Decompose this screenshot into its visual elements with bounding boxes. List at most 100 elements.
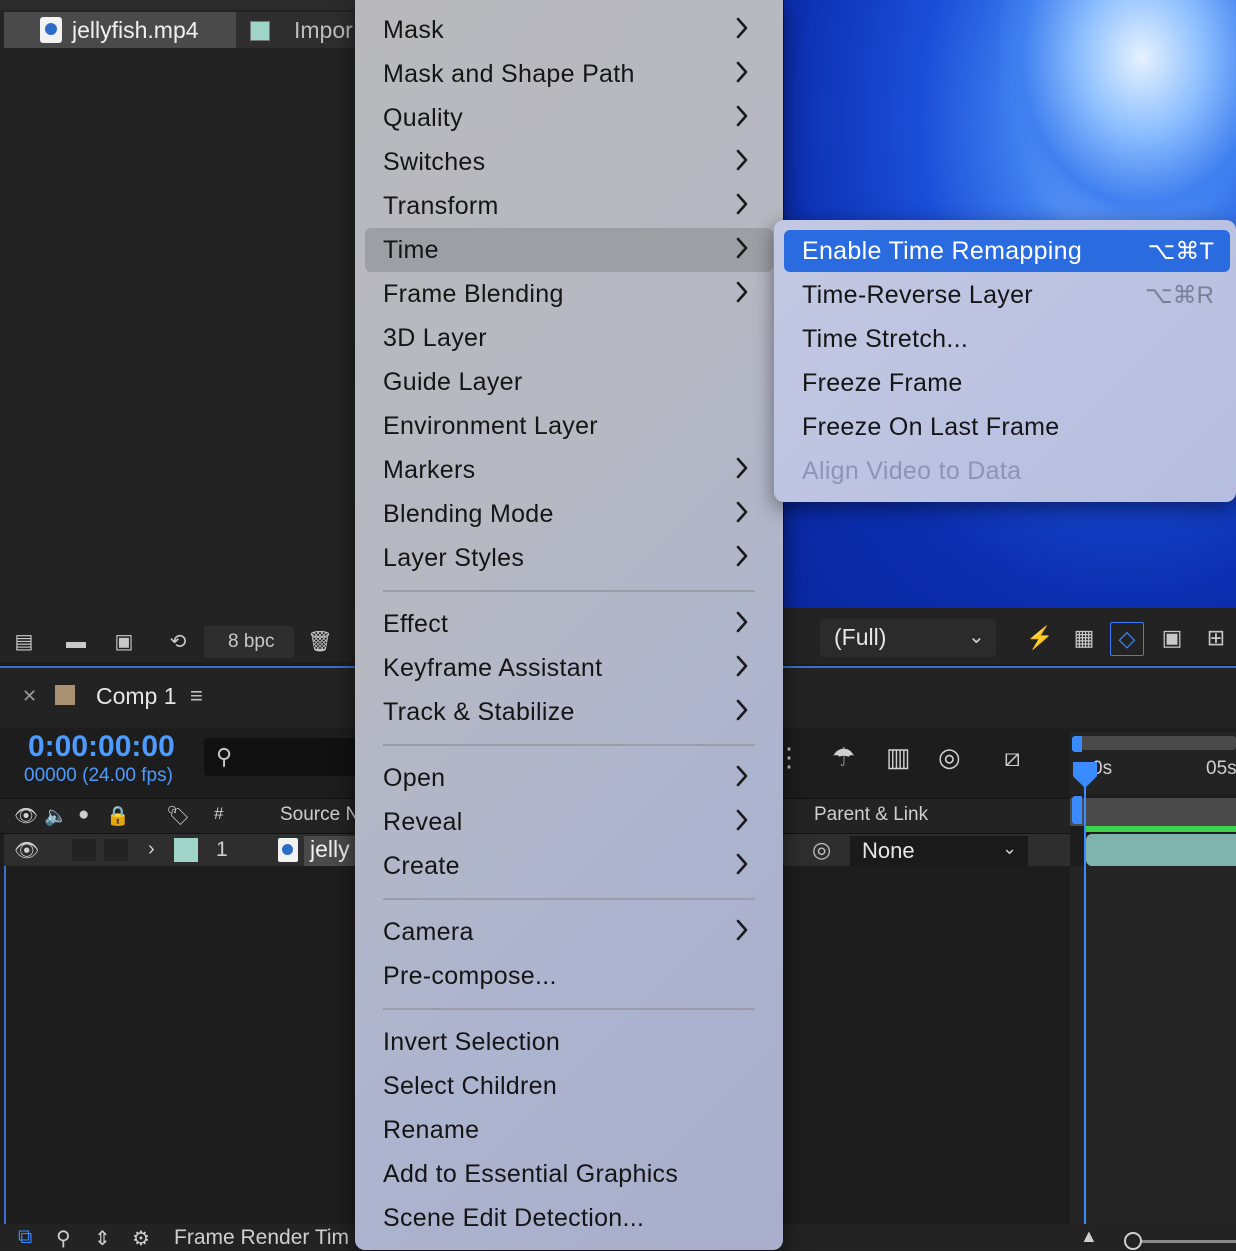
new-composition-icon[interactable]: ▣ bbox=[110, 630, 138, 654]
submenu-item-align-video-to-data: Align Video to Data bbox=[774, 450, 1236, 494]
chevron-down-icon: ⌄ bbox=[1002, 838, 1018, 858]
menu-item-guide-layer[interactable]: Guide Layer bbox=[355, 360, 783, 404]
interpret-footage-icon[interactable]: ▤ bbox=[10, 630, 38, 654]
close-icon[interactable]: ✕ bbox=[22, 686, 37, 707]
layer-duration-bar[interactable] bbox=[1086, 834, 1236, 866]
menu-item-label: Scene Edit Detection... bbox=[383, 1204, 645, 1232]
mask-visibility-icon[interactable]: ◇ bbox=[1110, 622, 1144, 656]
current-time-display[interactable]: 0:00:00:00 bbox=[28, 730, 175, 764]
menu-item-effect[interactable]: Effect bbox=[355, 602, 783, 646]
solo-toggle[interactable] bbox=[104, 839, 128, 861]
comp-flowchart-icon[interactable]: ⧉ bbox=[18, 1226, 32, 1249]
chevron-right-icon bbox=[731, 101, 753, 131]
label-color-swatch[interactable] bbox=[250, 21, 270, 41]
project-settings-icon[interactable]: ⟲ bbox=[164, 630, 192, 654]
frame-blending-icon[interactable]: ▥ bbox=[886, 742, 911, 773]
menu-item-keyframe-assistant[interactable]: Keyframe Assistant bbox=[355, 646, 783, 690]
grid-guides-icon[interactable]: ⊞ bbox=[1200, 622, 1232, 654]
pick-whip-icon[interactable]: ◎ bbox=[812, 837, 831, 863]
submenu-item-time-reverse-layer[interactable]: Time-Reverse Layer ⌥⌘R bbox=[774, 274, 1236, 318]
submenu-item-label: Freeze Frame bbox=[802, 369, 963, 397]
eye-icon[interactable]: 👁 bbox=[14, 838, 39, 863]
work-area-bar[interactable] bbox=[1076, 736, 1236, 750]
bpc-label: 8 bpc bbox=[228, 631, 275, 652]
motion-blur-icon[interactable]: ◎ bbox=[938, 742, 961, 773]
chevron-right-icon bbox=[731, 233, 753, 263]
render-cache-bar bbox=[1086, 826, 1236, 832]
chevron-right-icon bbox=[731, 497, 753, 527]
zoom-out-icon[interactable]: ▲ bbox=[1080, 1226, 1098, 1247]
menu-item-pre-compose[interactable]: Pre-compose... bbox=[355, 954, 783, 998]
eye-icon[interactable]: 👁 bbox=[14, 804, 38, 828]
submenu-item-label: Freeze On Last Frame bbox=[802, 413, 1060, 441]
layer-switches-icon[interactable]: ⚲ bbox=[56, 1226, 71, 1251]
frame-count-display: 00000 (24.00 fps) bbox=[24, 765, 173, 786]
project-item-name[interactable]: jellyfish.mp4 bbox=[72, 17, 199, 44]
region-of-interest-icon[interactable]: ▣ bbox=[1156, 622, 1188, 654]
menu-item-reveal[interactable]: Reveal bbox=[355, 800, 783, 844]
menu-item-add-to-essential-graphics[interactable]: Add to Essential Graphics bbox=[355, 1152, 783, 1196]
resolution-value: (Full) bbox=[834, 624, 887, 650]
menu-item-label: 3D Layer bbox=[383, 324, 487, 352]
menu-item-rename[interactable]: Rename bbox=[355, 1108, 783, 1152]
fast-previews-icon[interactable]: ⚡ bbox=[1024, 622, 1056, 654]
transparency-grid-icon[interactable]: ▦ bbox=[1068, 622, 1100, 654]
menu-item-label: Frame Blending bbox=[383, 280, 564, 308]
chevron-right-icon bbox=[731, 805, 753, 835]
menu-item-switches[interactable]: Switches bbox=[355, 140, 783, 184]
menu-item-open[interactable]: Open bbox=[355, 756, 783, 800]
zoom-slider-knob[interactable] bbox=[1124, 1232, 1142, 1250]
render-time-icon[interactable]: ⚙ bbox=[132, 1226, 150, 1251]
menu-item-label: Reveal bbox=[383, 808, 463, 836]
menu-item-3d-layer[interactable]: 3D Layer bbox=[355, 316, 783, 360]
menu-item-select-children[interactable]: Select Children bbox=[355, 1064, 783, 1108]
transfer-controls-icon[interactable]: ⇕ bbox=[94, 1226, 111, 1251]
menu-separator bbox=[383, 898, 755, 900]
tab-comp[interactable]: Comp 1 bbox=[96, 683, 177, 710]
chevron-right-icon[interactable]: › bbox=[148, 838, 155, 861]
new-folder-icon[interactable]: ▬ bbox=[62, 630, 90, 654]
menu-item-track-stabilize[interactable]: Track & Stabilize bbox=[355, 690, 783, 734]
label-tag-icon[interactable]: 🏷 bbox=[166, 804, 190, 828]
menu-item-scene-edit-detection[interactable]: Scene Edit Detection... bbox=[355, 1196, 783, 1240]
video-file-icon bbox=[278, 838, 298, 862]
menu-item-layer-styles[interactable]: Layer Styles bbox=[355, 536, 783, 580]
menu-item-time[interactable]: Time bbox=[355, 228, 783, 272]
zoom-slider-track[interactable] bbox=[1140, 1240, 1236, 1243]
parent-value: None bbox=[862, 838, 915, 863]
submenu-item-time-stretch[interactable]: Time Stretch... bbox=[774, 318, 1236, 362]
trash-icon[interactable]: 🗑 bbox=[306, 630, 334, 654]
menu-separator bbox=[383, 744, 755, 746]
track-start-handle[interactable] bbox=[1072, 796, 1082, 824]
menu-item-camera[interactable]: Camera bbox=[355, 910, 783, 954]
menu-item-frame-blending[interactable]: Frame Blending bbox=[355, 272, 783, 316]
timeline-tracks[interactable] bbox=[1070, 866, 1236, 1224]
menu-item-quality[interactable]: Quality bbox=[355, 96, 783, 140]
menu-item-mask-shape-path[interactable]: Mask and Shape Path bbox=[355, 52, 783, 96]
panel-menu-icon[interactable]: ≡ bbox=[190, 683, 203, 709]
menu-item-environment-layer[interactable]: Environment Layer bbox=[355, 404, 783, 448]
submenu-item-freeze-frame[interactable]: Freeze Frame bbox=[774, 362, 1236, 406]
submenu-item-enable-time-remapping[interactable]: Enable Time Remapping ⌥⌘T bbox=[774, 230, 1236, 274]
chevron-down-icon: ⌄ bbox=[968, 626, 985, 648]
graph-editor-icon[interactable]: ⧄ bbox=[1004, 742, 1021, 774]
audio-icon[interactable]: 🔈 bbox=[44, 804, 68, 828]
lock-icon[interactable]: 🔒 bbox=[106, 804, 130, 828]
solo-icon[interactable]: ● bbox=[78, 804, 89, 826]
menu-item-create[interactable]: Create bbox=[355, 844, 783, 888]
menu-item-transform[interactable]: Transform bbox=[355, 184, 783, 228]
chevron-right-icon bbox=[731, 651, 753, 681]
menu-item-markers[interactable]: Markers bbox=[355, 448, 783, 492]
work-area-start-handle[interactable] bbox=[1072, 736, 1082, 752]
submenu-item-freeze-on-last-frame[interactable]: Freeze On Last Frame bbox=[774, 406, 1236, 450]
audio-toggle[interactable] bbox=[72, 839, 96, 861]
layer-context-menu: Mask Mask and Shape Path Quality Switches Tr… bbox=[355, 0, 783, 1250]
layer-name[interactable]: jelly bbox=[310, 836, 350, 863]
submenu-item-label: Enable Time Remapping bbox=[802, 237, 1083, 265]
menu-item-mask[interactable]: Mask bbox=[355, 8, 783, 52]
source-name-column[interactable]: Source N bbox=[280, 804, 359, 826]
menu-item-blending-mode[interactable]: Blending Mode bbox=[355, 492, 783, 536]
menu-item-invert-selection[interactable]: Invert Selection bbox=[355, 1020, 783, 1064]
layer-label-swatch[interactable] bbox=[174, 838, 198, 862]
shy-layers-icon[interactable]: ☂ bbox=[832, 742, 855, 773]
